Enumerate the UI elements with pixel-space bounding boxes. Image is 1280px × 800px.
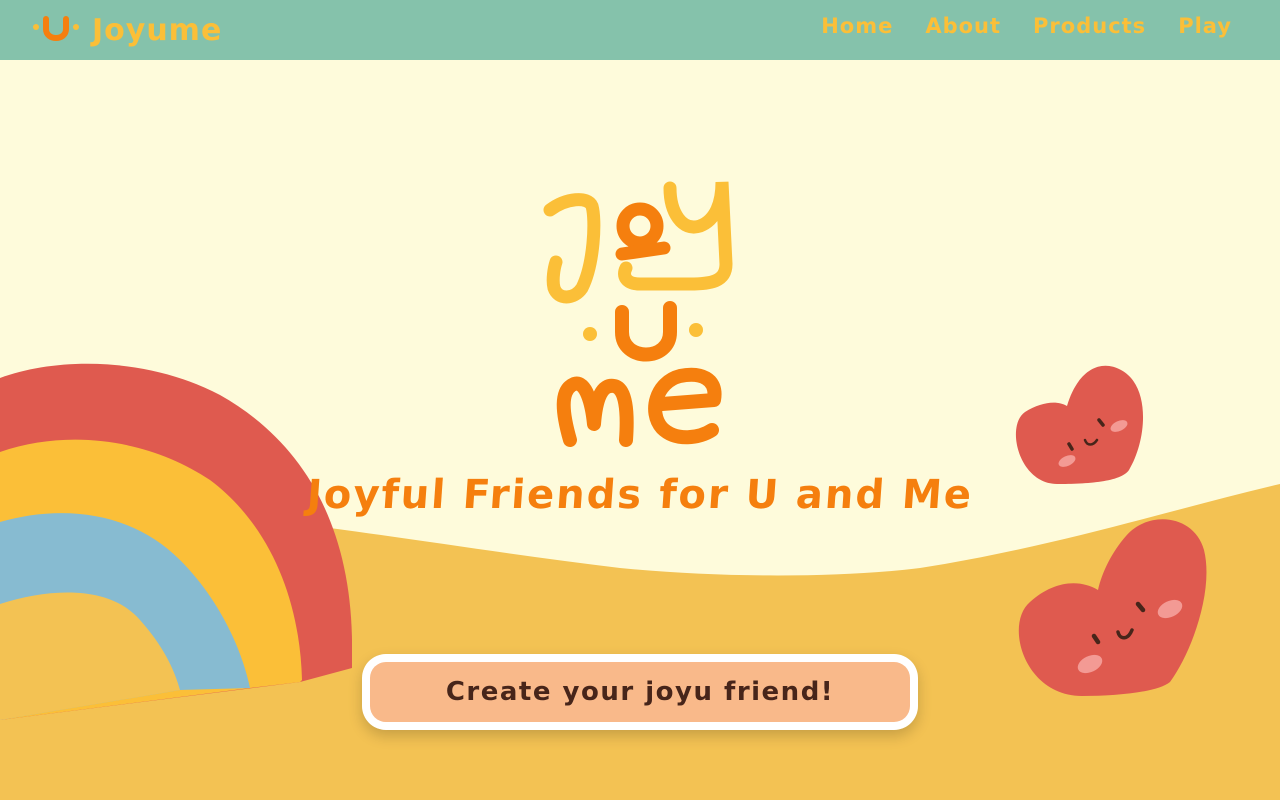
logo-me (556, 367, 722, 447)
brand-name: Joyume (92, 12, 223, 48)
logo-u (583, 301, 703, 362)
hero-logo (543, 181, 733, 447)
logo-joy (543, 181, 733, 304)
create-friend-button[interactable]: Create your joyu friend! (370, 662, 910, 722)
brand-logo[interactable]: Joyume (32, 8, 222, 52)
nav-link-play[interactable]: Play (1178, 14, 1232, 38)
cta-frame: Create your joyu friend! (362, 654, 918, 730)
nav-link-home[interactable]: Home (821, 14, 893, 38)
smile-u-icon (33, 16, 79, 41)
heart-face-icon (1015, 365, 1144, 484)
nav-link-about[interactable]: About (925, 14, 1001, 38)
nav-links: Home About Products Play (821, 14, 1232, 38)
navbar: Joyume Home About Products Play (0, 0, 1280, 60)
nav-link-products[interactable]: Products (1033, 14, 1146, 38)
hero-tagline: Joyful Friends for U and Me (305, 472, 975, 518)
rainbow-icon (0, 363, 352, 720)
